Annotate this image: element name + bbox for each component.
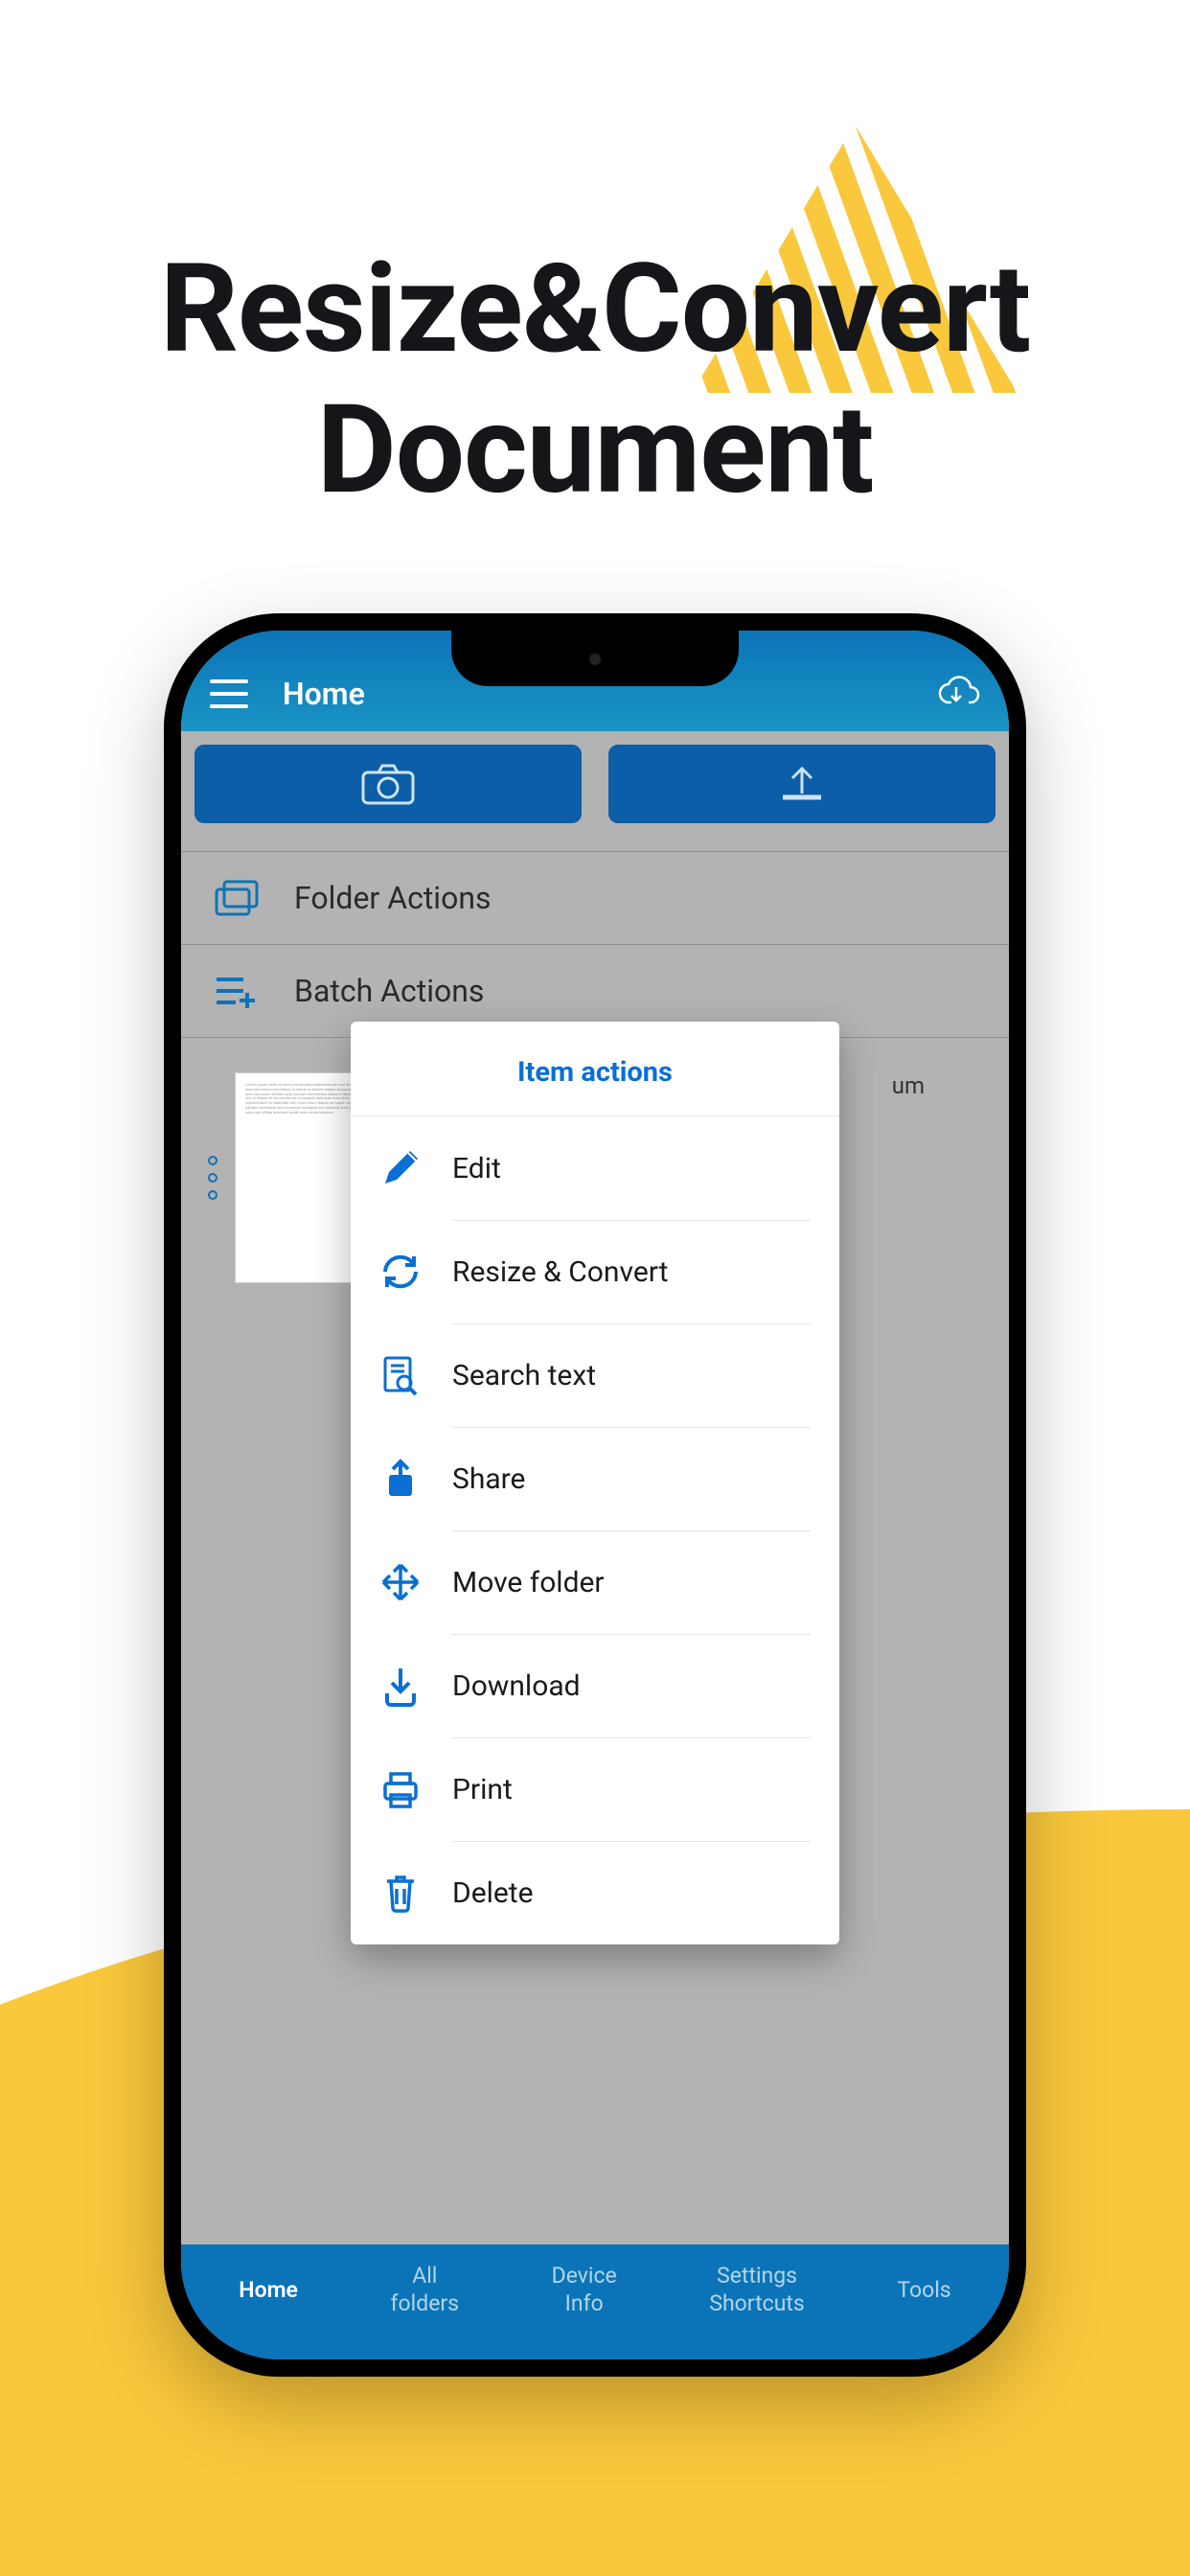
phone-notch [451, 631, 739, 686]
headline-line2: Document [317, 379, 874, 522]
popup-item-download[interactable]: Download [351, 1634, 839, 1737]
popup-label: Share [452, 1462, 525, 1496]
popup-label: Print [452, 1773, 513, 1806]
popup-label: Download [452, 1669, 581, 1703]
batch-icon [208, 972, 265, 1010]
batch-actions-label: Batch Actions [294, 973, 484, 1009]
popup-label: Move folder [452, 1566, 605, 1599]
page-title: Home [283, 676, 365, 712]
popup-item-share[interactable]: Share [351, 1427, 839, 1530]
search-doc-icon [379, 1354, 422, 1396]
folder-actions-label: Folder Actions [294, 880, 492, 916]
popup-label: Delete [452, 1876, 534, 1910]
upload-button[interactable] [608, 745, 995, 823]
nav-home[interactable]: Home [239, 2277, 298, 2305]
folder-icon [208, 878, 265, 918]
popup-item-print[interactable]: Print [351, 1737, 839, 1841]
popup-label: Search text [452, 1359, 596, 1392]
popup-label: Edit [452, 1152, 501, 1185]
menu-icon[interactable] [210, 679, 248, 708]
nav-settings-shortcuts[interactable]: Settings Shortcuts [709, 2263, 804, 2318]
refresh-icon [379, 1251, 422, 1293]
nav-tools[interactable]: Tools [897, 2277, 950, 2305]
nav-all-folders[interactable]: All folders [391, 2263, 460, 2318]
cloud-download-icon[interactable] [932, 674, 980, 714]
marketing-headline: Resize&Convert Document [0, 240, 1190, 521]
document-thumbnail: Lorem ipsum dolor sit amet consectetur a… [235, 1072, 369, 1283]
share-icon [379, 1458, 422, 1500]
download-icon [379, 1665, 422, 1707]
nav-device-info[interactable]: Device Info [552, 2263, 617, 2318]
folder-actions-row[interactable]: Folder Actions [181, 851, 1009, 945]
popup-item-delete[interactable]: Delete [351, 1841, 839, 1944]
camera-button[interactable] [195, 745, 582, 823]
bottom-nav: Home All folders Device Info Settings Sh… [181, 2244, 1009, 2359]
popup-item-resize-convert[interactable]: Resize & Convert [351, 1220, 839, 1323]
item-actions-popup: Item actions Edit Resize & Convert Searc… [351, 1022, 839, 1944]
popup-item-edit[interactable]: Edit [351, 1116, 839, 1220]
action-bar [181, 731, 1009, 823]
document-title-fragment: um [892, 1072, 925, 1283]
phone-screen: Home [181, 631, 1009, 2359]
headline-line1: Resize&Convert [160, 238, 1030, 381]
popup-title: Item actions [351, 1056, 839, 1116]
edit-icon [379, 1147, 422, 1189]
popup-item-search-text[interactable]: Search text [351, 1323, 839, 1427]
phone-frame: Home [164, 613, 1026, 2377]
popup-label: Resize & Convert [452, 1255, 668, 1289]
popup-item-move-folder[interactable]: Move folder [351, 1530, 839, 1634]
print-icon [379, 1768, 422, 1810]
move-icon [379, 1561, 422, 1603]
more-dots-icon[interactable] [208, 1072, 217, 1283]
trash-icon [379, 1872, 422, 1914]
